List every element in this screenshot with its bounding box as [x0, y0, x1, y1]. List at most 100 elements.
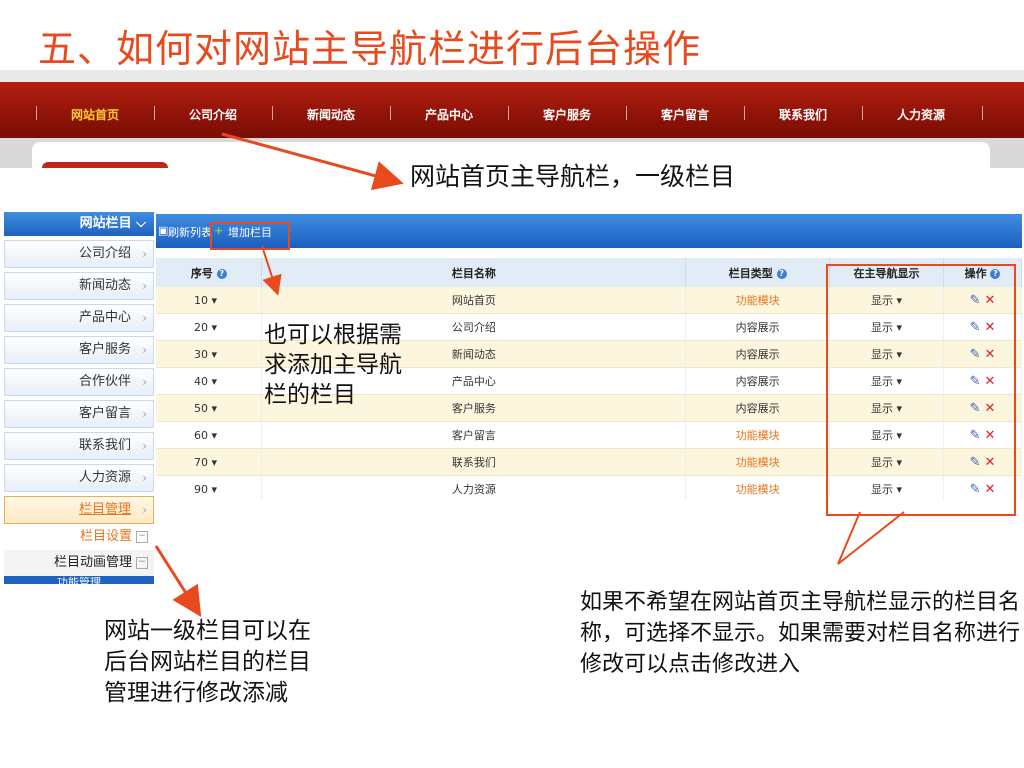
chevron-right-icon: ›: [142, 279, 147, 293]
sidebar-item-label: 合作伙伴: [78, 374, 131, 389]
seq-value: 20: [194, 320, 208, 334]
seq-value: 10: [194, 293, 208, 307]
refresh-list-button[interactable]: 刷新列表: [168, 224, 212, 240]
sidebar-item-hr[interactable]: 人力资源 ›: [4, 464, 154, 492]
seq-select[interactable]: 10 ▾: [156, 287, 263, 314]
chevron-right-icon: ›: [142, 439, 147, 453]
sidebar-item-contact[interactable]: 联系我们 ›: [4, 432, 154, 460]
seq-value: 30: [194, 347, 208, 361]
seq-select[interactable]: 50 ▾: [156, 394, 263, 422]
collapse-icon: −: [136, 531, 148, 543]
column-type: 功能模块: [685, 448, 831, 476]
main-navigation-bar: 网站首页 公司介绍 新闻动态 产品中心 客户服务 客户留言 联系我们 人力资源: [0, 82, 1024, 138]
dropdown-arrow-icon: ▾: [211, 374, 218, 388]
sidebar-item-label: 客户服务: [78, 342, 131, 357]
sidebar-item-label: 客户留言: [78, 406, 131, 421]
sidebar-item-news[interactable]: 新闻动态 ›: [4, 272, 154, 300]
help-icon[interactable]: ?: [216, 268, 227, 279]
sidebar-item-messages[interactable]: 客户留言 ›: [4, 400, 154, 428]
header-type[interactable]: 栏目类型 ?: [685, 258, 831, 287]
sidebar-item-label: 公司介绍: [78, 246, 131, 261]
sidebar-subitem-column-settings[interactable]: 栏目设置 −: [4, 524, 154, 550]
column-name: 网站首页: [261, 287, 687, 314]
chevron-right-icon: ›: [142, 407, 147, 421]
dropdown-arrow-icon: ▾: [211, 293, 218, 307]
column-type: 功能模块: [685, 421, 831, 449]
seq-select[interactable]: 60 ▾: [156, 421, 263, 449]
seq-select[interactable]: 20 ▾: [156, 313, 263, 341]
sidebar-item-company[interactable]: 公司介绍 ›: [4, 240, 154, 268]
sidebar-header[interactable]: 网站栏目 ⌵: [4, 212, 154, 236]
column-type: 内容展示: [685, 340, 831, 368]
seq-select[interactable]: 30 ▾: [156, 340, 263, 368]
sidebar-item-label: 人力资源: [78, 470, 131, 485]
column-type: 功能模块: [685, 475, 831, 499]
seq-select[interactable]: 40 ▾: [156, 367, 263, 395]
nav-item-messages[interactable]: 客户留言: [626, 82, 744, 138]
dropdown-arrow-icon: ▾: [211, 428, 218, 442]
nav-item-company[interactable]: 公司介绍: [154, 82, 272, 138]
header-label: 栏目类型: [728, 266, 773, 280]
seq-select[interactable]: 90 ▾: [156, 475, 263, 499]
nav-item-home[interactable]: 网站首页: [36, 82, 154, 138]
column-name: 人力资源: [261, 475, 687, 499]
callout-add-text: 也可以根据需求添加主导航栏的栏目: [264, 322, 402, 408]
seq-value: 60: [194, 428, 208, 442]
seq-value: 70: [194, 455, 208, 469]
header-label: 序号: [190, 266, 213, 280]
chevron-right-icon: ›: [142, 343, 147, 357]
collapse-icon: −: [136, 557, 148, 569]
column-name: 客户留言: [261, 421, 687, 449]
column-type: 内容展示: [685, 394, 831, 422]
column-type: 内容展示: [685, 313, 831, 341]
add-column-highlight: [210, 222, 290, 250]
chevron-right-icon: ›: [142, 247, 147, 261]
column-type: 内容展示: [685, 367, 831, 395]
callout-nav-text: 网站首页主导航栏，一级栏目: [410, 162, 736, 191]
sidebar-item-label: 产品中心: [78, 310, 131, 325]
nav-item-products[interactable]: 产品中心: [390, 82, 508, 138]
sidebar-subitem-label: 栏目动画管理: [53, 555, 132, 570]
nav-item-hr[interactable]: 人力资源: [862, 82, 980, 138]
banner-edge: [42, 162, 168, 168]
sidebar-item-label: 联系我们: [78, 438, 131, 453]
slide-title: 五、如何对网站主导航栏进行后台操作: [38, 27, 702, 71]
nav-item-news[interactable]: 新闻动态: [272, 82, 390, 138]
chevron-down-icon: ⌵: [136, 216, 146, 231]
header-top-strip: [0, 70, 1024, 82]
nav-item-service[interactable]: 客户服务: [508, 82, 626, 138]
dropdown-arrow-icon: ▾: [211, 482, 218, 496]
column-type: 功能模块: [685, 287, 831, 314]
seq-select[interactable]: 70 ▾: [156, 448, 263, 476]
header-seq[interactable]: 序号 ?: [156, 258, 263, 287]
sidebar-item-column-management[interactable]: 栏目管理 ›: [4, 496, 154, 524]
dropdown-arrow-icon: ▾: [211, 401, 218, 415]
help-icon[interactable]: ?: [776, 268, 787, 279]
sidebar-item-products[interactable]: 产品中心 ›: [4, 304, 154, 332]
dropdown-arrow-icon: ▾: [211, 455, 218, 469]
nav-item-contact[interactable]: 联系我们: [744, 82, 862, 138]
sidebar-subitem-animation[interactable]: 栏目动画管理 −: [4, 550, 154, 576]
arrow-sidebar: [154, 545, 202, 618]
nav-display-highlight: [826, 264, 1016, 516]
sidebar-subitem-label: 栏目设置: [79, 529, 132, 544]
admin-sidebar: 网站栏目 ⌵ 公司介绍 › 新闻动态 › 产品中心 › 客户服务 › 合作伙伴 › 客户留…: [4, 212, 154, 584]
header-name[interactable]: 栏目名称: [261, 258, 687, 287]
chevron-right-icon: ›: [142, 471, 147, 485]
sidebar-header-label: 网站栏目: [79, 216, 132, 231]
refresh-icon: ▣: [158, 224, 169, 237]
chevron-right-icon: ›: [142, 311, 147, 325]
nav-separator: [982, 106, 983, 120]
callout-left-text: 网站一级栏目可以在后台网站栏目的栏目管理进行修改添减: [104, 618, 311, 706]
speech-pointer: [837, 511, 905, 565]
dropdown-arrow-icon: ▾: [211, 347, 218, 361]
sidebar-item-partners[interactable]: 合作伙伴 ›: [4, 368, 154, 396]
seq-value: 40: [194, 374, 208, 388]
sidebar-item-service[interactable]: 客户服务 ›: [4, 336, 154, 364]
callout-right-text: 如果不希望在网站首页主导航栏显示的栏目名称，可选择不显示。如果需要对栏目名称进行…: [580, 590, 1021, 677]
sidebar-item-label: 栏目管理: [78, 502, 131, 517]
header-label: 栏目名称: [451, 266, 496, 280]
chevron-right-icon: ›: [142, 375, 147, 389]
seq-value: 90: [194, 482, 208, 496]
sidebar-section-function[interactable]: 功能管理: [4, 576, 154, 584]
